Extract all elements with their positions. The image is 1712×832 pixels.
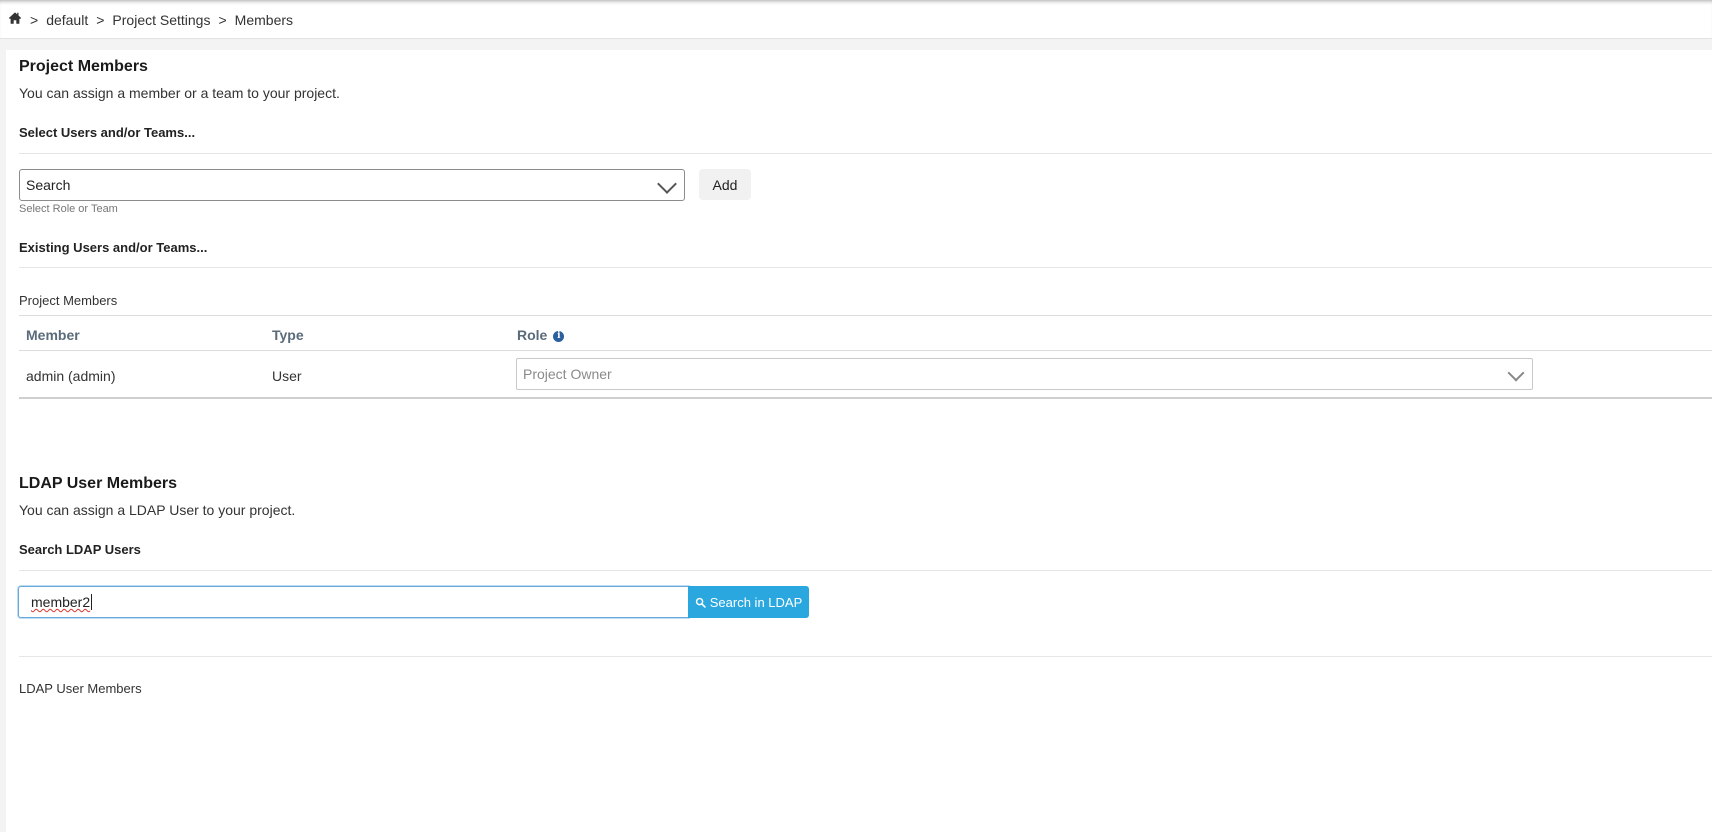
ldap-search-value: member2 [31, 594, 91, 610]
member-type-cell: User [272, 368, 302, 384]
select-users-label: Select Users and/or Teams... [19, 125, 196, 140]
table-bottom-border [19, 397, 1712, 399]
search-in-ldap-label: Search in LDAP [709, 594, 803, 610]
search-ldap-label: Search LDAP Users [19, 542, 141, 557]
role-select-value: Project Owner [523, 366, 612, 382]
breadcrumb-separator: > [96, 11, 105, 28]
member-name-cell: admin (admin) [26, 368, 116, 384]
member-search-select[interactable]: Search [19, 169, 685, 201]
chevron-down-icon [1507, 364, 1525, 382]
members-table-title: Project Members [19, 293, 118, 308]
home-icon[interactable] [8, 11, 22, 28]
breadcrumb-default[interactable]: default [46, 12, 88, 28]
existing-users-label: Existing Users and/or Teams... [19, 240, 208, 255]
breadcrumb-project-settings[interactable]: Project Settings [112, 12, 210, 28]
column-header-type: Type [272, 327, 304, 343]
table-top-border [19, 315, 1712, 316]
breadcrumb: > default > Project Settings > Members [8, 11, 293, 28]
search-in-ldap-button[interactable]: Search in LDAP [688, 586, 809, 618]
ldap-user-members-list-title: LDAP User Members [19, 681, 142, 696]
column-header-member: Member [26, 327, 80, 343]
project-members-title: Project Members [19, 58, 148, 75]
breadcrumb-separator: > [218, 11, 227, 28]
select-role-hint: Select Role or Team [19, 203, 118, 215]
ldap-members-description: You can assign a LDAP User to your proje… [19, 502, 296, 518]
column-header-role: Role i [517, 327, 565, 343]
chevron-down-icon [657, 174, 677, 194]
info-icon[interactable]: i [553, 330, 565, 342]
add-button[interactable]: Add [699, 169, 751, 200]
divider [19, 656, 1712, 657]
breadcrumb-separator: > [30, 11, 39, 28]
search-icon [695, 597, 706, 608]
project-members-description: You can assign a member or a team to you… [19, 85, 340, 101]
ldap-members-title: LDAP User Members [19, 475, 177, 492]
divider [19, 267, 1712, 268]
top-bar: > default > Project Settings > Members [0, 0, 1712, 39]
breadcrumb-members: Members [234, 11, 294, 28]
role-select[interactable]: Project Owner [516, 358, 1533, 390]
column-header-role-label: Role [517, 327, 548, 343]
ldap-search-input[interactable]: member2 [18, 586, 689, 618]
table-header-border [19, 350, 1712, 351]
text-caret [91, 594, 93, 610]
main-content: Project Members You can assign a member … [6, 50, 1712, 832]
divider [19, 570, 1712, 571]
divider [19, 153, 1712, 154]
member-search-placeholder: Search [26, 177, 71, 193]
